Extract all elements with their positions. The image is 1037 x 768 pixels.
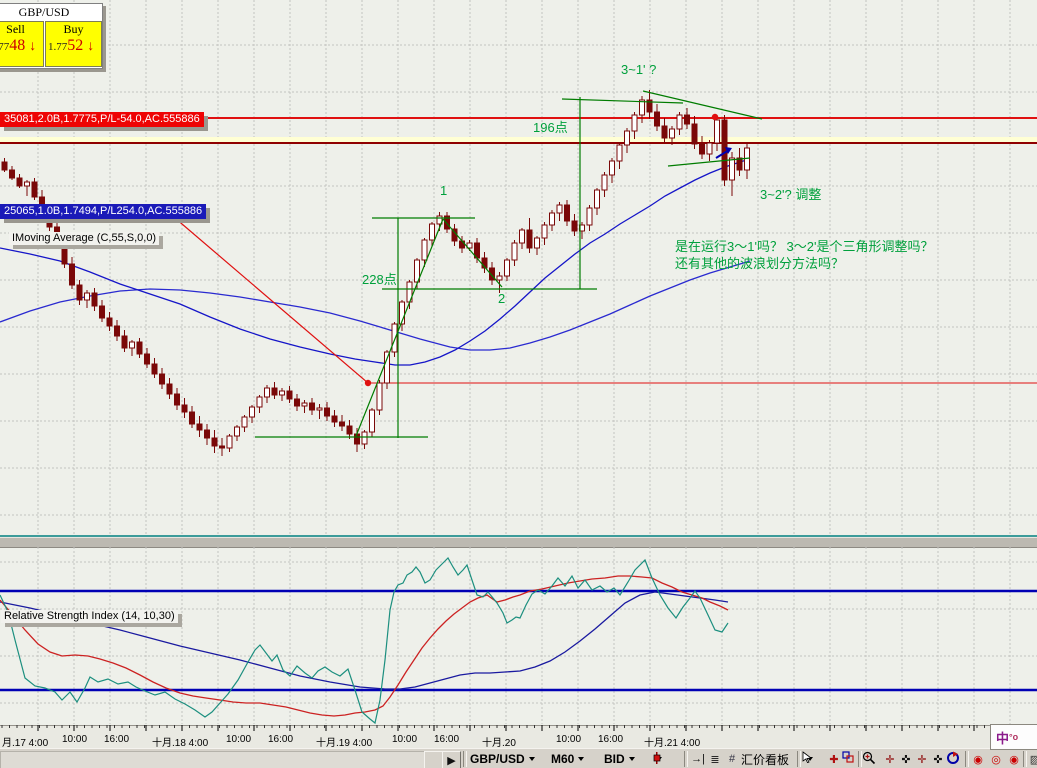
clipped-toolbar-icon[interactable]: ▨ [1027,751,1037,767]
sell-price: 48 [9,37,25,54]
quote-symbol: GBP/USD [0,4,102,20]
buy-price-prefix: 1.77 [48,41,67,53]
windows-icon [842,751,854,763]
magnifier-plus-icon [862,751,876,765]
period-dot-1-icon[interactable]: ◉ [970,751,986,767]
rsi-indicator-label[interactable]: Relative Strength Index (14, 10,30) [1,610,178,623]
cursor-tool-button[interactable] [801,751,817,767]
green-annotation-line [643,91,762,119]
red-trend-line [168,212,368,383]
order-marker-dot [365,380,371,386]
buy-price: 52 [67,37,83,54]
mini-panel-sup: °o [1009,732,1018,742]
cursor-arrow-icon [801,751,813,763]
annotation-wave-top: 3~1' ? [621,62,656,77]
crosshair-a-icon[interactable]: ✛ [882,751,898,767]
sell-button[interactable]: Sell 1.7748 ↓ [0,21,44,67]
crosshair-c-icon[interactable]: ✛ [914,751,930,767]
annotation-wave-2: 2 [498,291,505,306]
rsi-signal-line [0,576,728,716]
bottom-toolbar: ▶ GBP/USD M60 BID →|≣# 汇价看板 ✚ ✛✜✛✜ ◉◎◉ [0,748,1037,768]
chart-window: 月.17 4:0010:0016:00十月.18 4:0010:0016:00十… [0,0,1037,768]
price-mode-dropdown[interactable]: BID [604,751,635,767]
sell-order-label[interactable]: 35081,2.0B,1.7775,P/L-54.0,AC.555886 [0,112,204,127]
period-dot-2-icon[interactable]: ◎ [988,751,1004,767]
grid-toggle-icon[interactable]: # [724,751,740,767]
floating-mini-panel[interactable]: 中°o [990,724,1037,750]
annotation-228-points: 228点 [362,269,397,288]
chevron-down-icon [529,757,535,761]
bar-style-icon[interactable]: ≣ [707,751,723,767]
scroll-right-button[interactable]: ▶ [442,751,461,768]
h-scrollbar-track[interactable] [0,751,426,768]
buy-order-label[interactable]: 25065,1.0B,1.7494,P/L254.0,AC.555886 [0,204,206,219]
sell-arrow-down-icon: ↓ [29,39,36,54]
ma-indicator-label[interactable]: IMoving Average (C,55,S,0,0) [9,232,159,245]
period-dot-3-icon[interactable]: ◉ [1006,751,1022,767]
rsi-slow-line [0,592,728,689]
step-to-end-icon[interactable]: →| [690,751,706,767]
quote-panel: GBP/USD Sell 1.7748 ↓ Buy 1.7752 ↓ [0,3,103,69]
buy-label: Buy [46,22,101,37]
green-annotation-line [443,219,502,287]
period-dropdown[interactable]: M60 [551,751,584,767]
chevron-down-icon [629,757,635,761]
h-scrollbar-thumb[interactable] [424,751,443,768]
buy-button[interactable]: Buy 1.7752 ↓ [45,21,102,67]
circular-arrow-icon [946,751,960,765]
chart-style-dropdown[interactable] [652,751,662,767]
candle-icon [652,751,662,765]
crosshair-pin-button[interactable]: ✚ [826,751,842,767]
crosshair-b-icon[interactable]: ✜ [898,751,914,767]
link-windows-button[interactable] [842,751,858,767]
crosshair-d-icon[interactable]: ✜ [930,751,946,767]
buy-arrow-down-icon: ↓ [87,39,94,54]
annotation-question-2: 还有其他的波浪划分方法吗？ [675,253,844,272]
annotation-wave-correction: 3~2'? 调整 [760,184,821,203]
symbol-dropdown[interactable]: GBP/USD [470,751,535,767]
order-marker-dot [712,114,718,120]
sell-price-prefix: 1.77 [0,41,9,53]
auto-refresh-button[interactable] [946,751,962,767]
annotation-196-points: 196点 [533,117,568,136]
annotation-wave-1: 1 [440,183,447,198]
mini-panel-glyph: 中 [996,728,1009,747]
rsi-main-line [0,558,728,723]
ma-fast-line [0,159,750,365]
price-board-button[interactable]: 汇价看板 [741,751,789,767]
zoom-in-button[interactable] [862,751,878,767]
price-band [0,137,1037,142]
sell-label: Sell [0,22,43,37]
chevron-down-icon [578,757,584,761]
